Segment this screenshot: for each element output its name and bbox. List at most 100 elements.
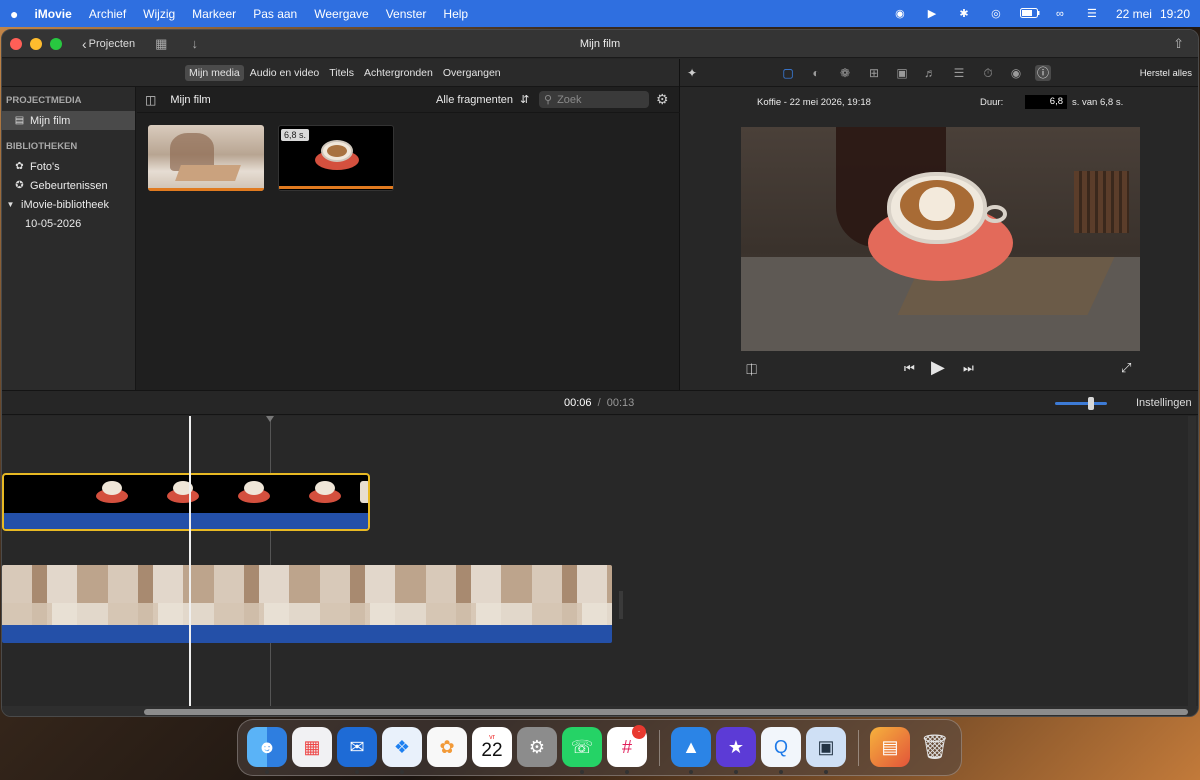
menu-wijzig[interactable]: Wijzig: [143, 7, 175, 21]
microphone-icon[interactable]: ⎅: [746, 361, 757, 378]
search-placeholder: Zoek: [557, 93, 582, 106]
clip-filter-value: Alle fragmenten: [436, 94, 514, 106]
info-icon[interactable]: ⓘ: [1035, 65, 1051, 81]
color-palette-icon[interactable]: ❁: [837, 65, 853, 81]
sidebar-item-label: Foto's: [30, 160, 60, 173]
running-indicator: [824, 770, 828, 774]
sidebar-item-fotos[interactable]: ✿ Foto's: [2, 157, 135, 176]
tab-titels[interactable]: Titels: [325, 65, 358, 81]
window-title: Mijn film: [579, 37, 621, 50]
timeline[interactable]: [2, 416, 1198, 706]
media-clip-kitchen[interactable]: [148, 125, 264, 191]
downloads-stack-icon[interactable]: ▤: [870, 727, 910, 767]
search-field[interactable]: ⚲ Zoek: [539, 91, 649, 108]
finder-icon[interactable]: ☻: [247, 727, 287, 767]
crop-icon[interactable]: ⊞: [866, 65, 882, 81]
disclosure-chevron-down-icon[interactable]: ▼: [5, 200, 16, 209]
fullscreen-icon[interactable]: ⤢: [1121, 360, 1131, 376]
duration-label: Duur:: [980, 97, 1004, 108]
control-center-icon[interactable]: ☰: [1084, 8, 1100, 20]
whatsapp-icon[interactable]: ☏: [562, 727, 602, 767]
apple-menu-icon[interactable]: ●: [10, 6, 18, 22]
menu-weergave[interactable]: Weergave: [314, 7, 368, 21]
keynote-icon[interactable]: ▲: [671, 727, 711, 767]
close-window-button[interactable]: [10, 37, 22, 50]
share-icon[interactable]: ⇧: [1173, 36, 1184, 52]
filter-circles-icon[interactable]: ◉: [1008, 65, 1024, 81]
menu-help[interactable]: Help: [443, 7, 468, 21]
airdrop-icon[interactable]: ◎: [988, 8, 1004, 20]
outlook-icon[interactable]: ✉: [337, 727, 377, 767]
vertical-scrollbar[interactable]: [1188, 416, 1196, 706]
bluetooth-icon[interactable]: ✱: [956, 8, 972, 20]
volume-icon[interactable]: ♬: [922, 65, 938, 81]
play-icon[interactable]: ▶: [931, 357, 945, 378]
media-clip-coffee[interactable]: 6,8 s.: [278, 125, 394, 191]
sidebar-item-mijn-film[interactable]: ▤ Mijn film: [2, 111, 135, 130]
magic-wand-icon[interactable]: ✦: [684, 65, 700, 81]
photos-icon[interactable]: ✿: [427, 727, 467, 767]
calendar-icon[interactable]: vr 22: [472, 727, 512, 767]
minimize-window-button[interactable]: [30, 37, 42, 50]
quicktime-icon[interactable]: Q: [761, 727, 801, 767]
timecode: 00:06 / 00:13: [564, 397, 634, 409]
tab-achtergronden[interactable]: Achtergronden: [360, 65, 437, 81]
skip-forward-icon[interactable]: ⏭: [963, 361, 974, 376]
link-icon[interactable]: ∞: [1052, 8, 1068, 20]
imovie-icon[interactable]: ★: [716, 727, 756, 767]
zoom-slider-knob[interactable]: [1088, 397, 1095, 410]
horizontal-scroll-thumb[interactable]: [144, 709, 1188, 715]
speed-gauge-icon[interactable]: ⏱: [980, 65, 996, 81]
duration-input[interactable]: 6,8: [1025, 95, 1067, 109]
latte-art-shape: [327, 145, 347, 157]
gear-icon[interactable]: ⚙: [656, 91, 669, 108]
timeline-clip-kitchen[interactable]: [2, 565, 612, 643]
menu-pas-aan[interactable]: Pas aan: [253, 7, 297, 21]
menubar-time[interactable]: 19:20: [1160, 7, 1190, 21]
zoom-window-button[interactable]: [50, 37, 62, 50]
trash-icon[interactable]: 🗑: [915, 727, 955, 767]
zoom-slider[interactable]: [1055, 397, 1107, 410]
reset-all-button[interactable]: Herstel alles: [1140, 68, 1192, 79]
tab-mijn-media[interactable]: Mijn media: [185, 64, 244, 81]
clip-audio-bar: [4, 513, 368, 529]
menu-archief[interactable]: Archief: [89, 7, 126, 21]
menu-venster[interactable]: Venster: [386, 7, 427, 21]
tab-audio-en-video[interactable]: Audio en video: [246, 65, 323, 81]
sidebar-item-library[interactable]: ▼ iMovie-bibliotheek: [2, 195, 135, 214]
safari-icon[interactable]: ❖: [382, 727, 422, 767]
horizontal-scrollbar[interactable]: [2, 706, 1198, 716]
projects-button[interactable]: ‹ Projecten: [82, 36, 135, 52]
media-import-icon[interactable]: ▦: [155, 36, 167, 52]
launchpad-icon[interactable]: ▦: [292, 727, 332, 767]
timeline-clip-coffee[interactable]: [2, 473, 370, 531]
menubar-date[interactable]: 22 mei: [1116, 7, 1152, 21]
camera-status-icon[interactable]: ◉: [892, 8, 908, 20]
color-balance-icon[interactable]: ◐: [808, 65, 824, 81]
crop-overlay-icon[interactable]: ▢: [780, 65, 796, 81]
menu-markeer[interactable]: Markeer: [192, 7, 236, 21]
sidebar-toggle-icon[interactable]: ◫: [145, 93, 156, 107]
clip-end-handle[interactable]: [619, 591, 623, 619]
media-browser: Mijn media Audio en video Titels Achterg…: [2, 59, 680, 390]
play-status-icon[interactable]: ▶: [924, 8, 940, 20]
screenshot-app-icon[interactable]: ▣: [806, 727, 846, 767]
sidebar-item-gebeurtenissen[interactable]: ✪ Gebeurtenissen: [2, 176, 135, 195]
running-indicator: [779, 770, 783, 774]
running-indicator: [265, 770, 269, 774]
settings-button[interactable]: Instellingen: [1136, 397, 1192, 409]
sidebar-item-event[interactable]: 10-05-2026: [2, 214, 135, 233]
app-menu[interactable]: iMovie: [34, 7, 71, 21]
tab-overgangen[interactable]: Overgangen: [439, 65, 505, 81]
system-settings-icon[interactable]: ⚙: [517, 727, 557, 767]
video-preview[interactable]: [741, 127, 1140, 351]
skimmer-marker: [266, 416, 274, 422]
equalizer-icon[interactable]: ☰: [951, 65, 967, 81]
coffee-frame: [96, 481, 128, 503]
download-arrow-icon[interactable]: ↓: [191, 36, 198, 51]
battery-icon[interactable]: [1019, 7, 1040, 20]
skip-back-icon[interactable]: ⏮: [904, 361, 915, 376]
stabilization-camera-icon[interactable]: ▣: [894, 65, 910, 81]
playhead[interactable]: [189, 416, 191, 706]
clip-filter-select[interactable]: Alle fragmenten ⇵: [436, 93, 529, 106]
